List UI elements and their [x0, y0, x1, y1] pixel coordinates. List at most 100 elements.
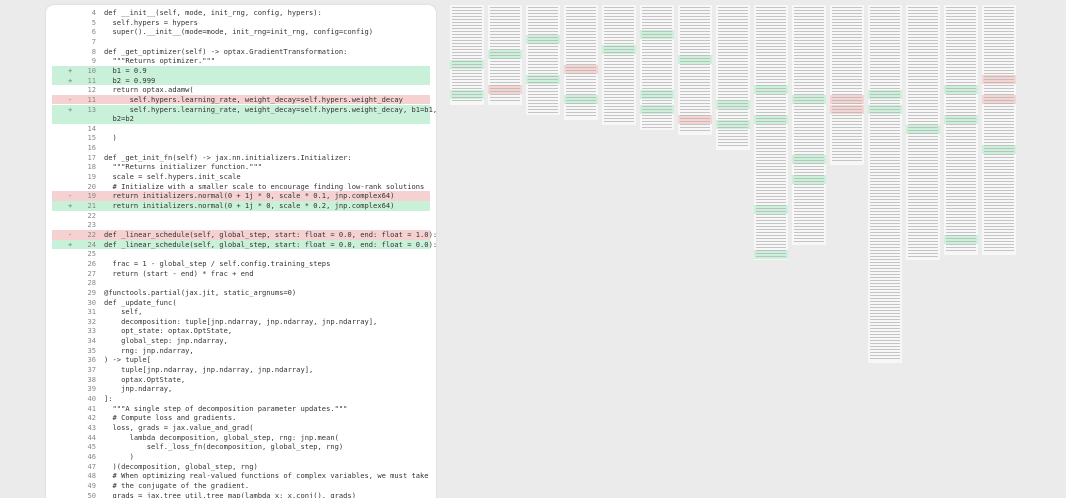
minimap-page-thumbnail[interactable]	[564, 5, 598, 120]
minimap-page-thumbnail[interactable]	[488, 5, 522, 105]
diff-line: 25	[52, 249, 430, 259]
minimap-page-thumbnail[interactable]	[906, 5, 940, 260]
line-number: 5	[91, 17, 96, 27]
line-number: 7	[91, 36, 96, 46]
diff-line: 31 self,	[52, 307, 430, 317]
code-diff-panel[interactable]: 4 def __init__(self, mode, init_rng, conf…	[46, 5, 436, 498]
line-number: 22	[87, 210, 96, 220]
line-number: 27	[87, 268, 96, 278]
diff-line: 39 jnp.ndarray,	[52, 384, 430, 394]
diff-line: 7	[52, 37, 430, 47]
line-number: 17	[87, 152, 96, 162]
minimap-page-thumbnail[interactable]	[602, 5, 636, 125]
diff-change-marker: +	[68, 239, 73, 249]
diff-line: 18 """Returns initializer function."""	[52, 162, 430, 172]
diff-line: 20 # Initialize with a smaller scale to …	[52, 182, 430, 192]
diff-change-marker: -	[68, 191, 73, 201]
diff-line: 9 """Returns optimizer."""	[52, 56, 430, 66]
minimap-text-lines	[718, 7, 748, 148]
diff-line: 38 optax.OptState,	[52, 375, 430, 385]
diff-line: 37 tuple[jnp.ndarray, jnp.ndarray, jnp.n…	[52, 365, 430, 375]
diff-line-added: +13 self.hypers.learning_rate, weight_de…	[52, 104, 436, 115]
line-number: 32	[87, 316, 96, 326]
code-text: @functools.partial(jax.jit, static_argnu…	[104, 287, 297, 297]
line-number: 18	[87, 162, 96, 172]
diff-line: 23	[52, 220, 430, 230]
code-text: def __init__(self, mode, init_rng, confi…	[104, 8, 322, 17]
code-text: self,	[104, 307, 143, 317]
diff-line-added: +24 def _linear_schedule(self, global_ste…	[52, 239, 436, 250]
minimap-text-lines	[756, 7, 786, 258]
line-number: 21	[87, 201, 96, 210]
minimap-text-lines	[642, 7, 672, 128]
minimap-page-thumbnail[interactable]	[450, 5, 484, 105]
diff-change-marker: -	[68, 229, 73, 239]
line-number: 31	[87, 307, 96, 317]
diff-line: 16	[52, 143, 430, 153]
code-text: super().__init__(mode=mode, init_rng=ini…	[104, 27, 374, 37]
diff-line: 50 grads = jax.tree_util.tree_map(lambda…	[52, 491, 430, 498]
line-number: 9	[91, 56, 96, 66]
minimap-text-lines	[908, 7, 938, 258]
diff-line: 34 global_step: jnp.ndarray,	[52, 336, 430, 346]
code-text: tuple[jnp.ndarray, jnp.ndarray, jnp.ndar…	[104, 365, 314, 375]
line-number: 14	[87, 123, 96, 133]
code-text: )	[104, 451, 134, 461]
minimap-text-lines	[680, 7, 710, 133]
minimap-text-lines	[794, 7, 824, 243]
code-text: """Returns initializer function."""	[104, 162, 263, 172]
minimap-text-lines	[832, 7, 862, 163]
code-text: loss, grads = jax.value_and_grad(	[104, 422, 254, 432]
line-number: 22	[87, 229, 96, 239]
code-text: # the conjugate of the gradient.	[104, 480, 250, 490]
line-number: 40	[87, 394, 96, 403]
line-number: 24	[87, 239, 96, 249]
code-text: decomposition: tuple[jnp.ndarray, jnp.nd…	[104, 316, 378, 326]
diff-change-marker: +	[68, 65, 73, 75]
code-text: opt_state: optax.OptState,	[104, 326, 233, 336]
code-text: def _update_func(	[104, 297, 177, 307]
diff-line: 19 scale = self.hypers.init_scale	[52, 172, 430, 182]
diff-line: 30 def _update_func(	[52, 298, 430, 308]
diff-line: 29 @functools.partial(jax.jit, static_arg…	[52, 288, 430, 298]
code-text: jnp.ndarray,	[104, 384, 173, 394]
minimap-page-thumbnail[interactable]	[640, 5, 674, 130]
line-number: 42	[87, 413, 96, 423]
minimap-text-lines	[490, 7, 520, 103]
diff-line: 33 opt_state: optax.OptState,	[52, 326, 430, 336]
minimap-page-thumbnail[interactable]	[526, 5, 560, 115]
code-text: return optax.adamw(	[104, 85, 194, 95]
minimap-page-thumbnail[interactable]	[868, 5, 902, 363]
minimap-page-thumbnail[interactable]	[754, 5, 788, 260]
line-number: 8	[91, 46, 96, 56]
minimap-page-thumbnail[interactable]	[982, 5, 1016, 255]
line-number: 12	[87, 85, 96, 95]
line-number: 25	[87, 249, 96, 259]
diff-line: 22	[52, 211, 430, 221]
minimap-page-thumbnail[interactable]	[792, 5, 826, 245]
line-number: 4	[91, 8, 96, 17]
code-text: return initializers.normal(0 + 1j * 0, s…	[104, 201, 395, 210]
line-number: 44	[87, 432, 96, 442]
minimap-text-lines	[452, 7, 482, 103]
line-number: 48	[87, 471, 96, 481]
code-text: return (start - end) * frac + end	[104, 268, 254, 278]
line-number: 28	[87, 278, 96, 288]
line-number: 19	[87, 191, 96, 201]
minimap-text-lines	[566, 7, 596, 118]
minimap-text-lines	[946, 7, 976, 253]
code-text: rng: jnp.ndarray,	[104, 345, 194, 355]
diff-minimap[interactable]	[450, 5, 1025, 365]
code-text: grads = jax.tree_util.tree_map(lambda x:…	[104, 490, 356, 498]
minimap-page-thumbnail[interactable]	[716, 5, 750, 150]
code-text: # Compute loss and gradients.	[104, 413, 237, 423]
code-text: ]:	[104, 394, 113, 403]
minimap-page-thumbnail[interactable]	[944, 5, 978, 255]
code-text: self.hypers = hypers	[104, 17, 198, 27]
minimap-page-thumbnail[interactable]	[678, 5, 712, 135]
diff-line-added: +10 b1 = 0.9	[52, 65, 430, 76]
line-number: 11	[87, 75, 96, 85]
minimap-page-thumbnail[interactable]	[830, 5, 864, 165]
diff-line: 40]:	[52, 394, 430, 404]
diff-line: 5 self.hypers = hypers	[52, 18, 430, 28]
